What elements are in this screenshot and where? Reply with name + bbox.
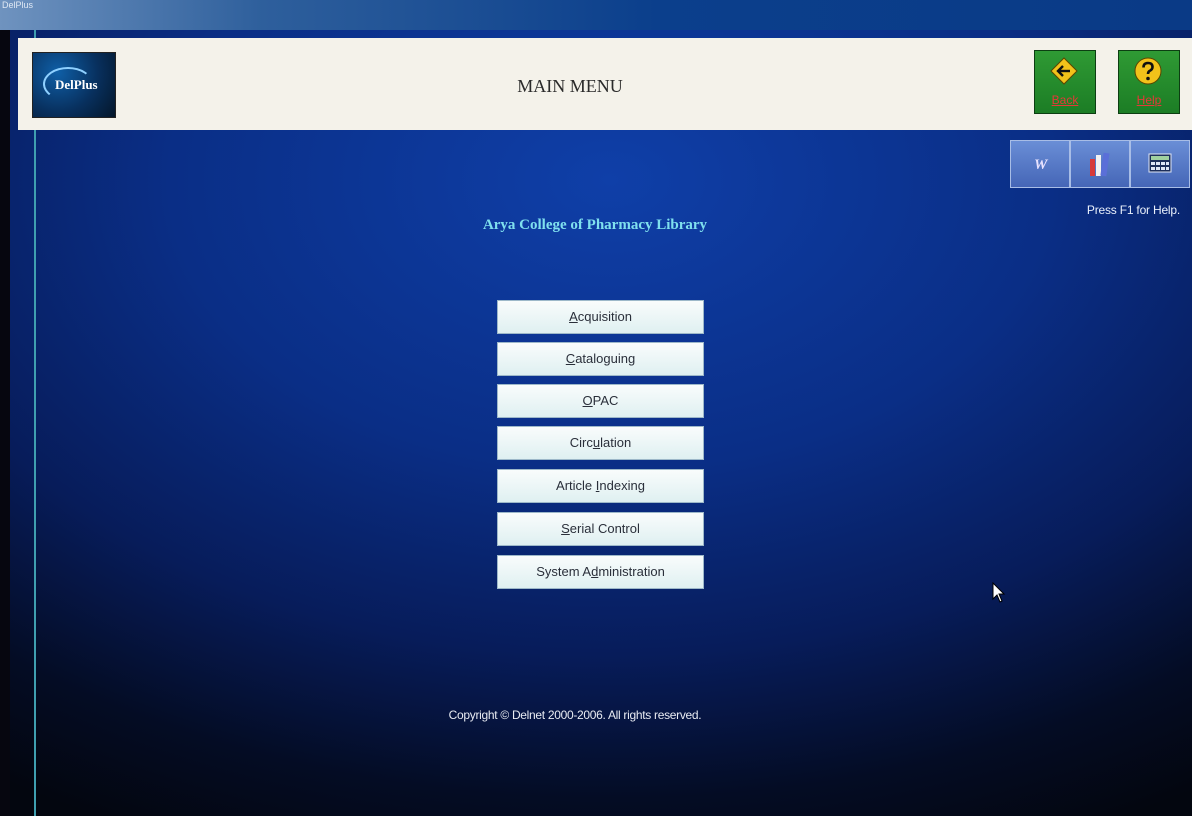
back-arrow-icon [1050, 57, 1078, 85]
logo-text: DelPlus [55, 77, 98, 92]
circulation-button[interactable]: Circulation [497, 426, 704, 460]
books-icon [1090, 152, 1110, 177]
word-toolbar-button[interactable]: W [1010, 140, 1070, 188]
menu-button-label: OPAC [582, 393, 619, 408]
opac-button[interactable]: OPAC [497, 384, 704, 418]
article-indexing-button[interactable]: Article Indexing [497, 469, 704, 503]
system-administration-button[interactable]: System Administration [497, 555, 704, 589]
calculator-icon [1148, 153, 1172, 173]
back-button[interactable]: Back [1034, 50, 1096, 114]
cataloguing-button[interactable]: Cataloguing [497, 342, 704, 376]
help-button[interactable]: Help [1118, 50, 1180, 114]
acquisition-button[interactable]: Acquisition [497, 300, 704, 334]
copyright-notice: Copyright © Delnet 2000-2006. All rights… [448, 708, 702, 722]
window-title: DelPlus [2, 0, 34, 10]
window-left-edge [34, 30, 36, 816]
help-button-label: Help [1136, 93, 1162, 107]
word-icon: W [1034, 157, 1049, 173]
menu-button-label: System Administration [536, 564, 665, 579]
calculator-toolbar-button[interactable] [1130, 140, 1190, 188]
help-question-icon [1134, 57, 1162, 85]
page-title: MAIN MENU [517, 76, 623, 96]
menu-button-label: Cataloguing [565, 351, 636, 366]
help-hint: Press F1 for Help. [1086, 203, 1180, 217]
svg-text:W: W [1034, 157, 1049, 173]
menu-button-label: Serial Control [561, 521, 640, 536]
books-toolbar-button[interactable] [1070, 140, 1130, 188]
back-button-label: Back [1051, 93, 1079, 107]
menu-button-label: Acquisition [569, 309, 632, 324]
serial-control-button[interactable]: Serial Control [497, 512, 704, 546]
window-titlebar: DelPlus [0, 0, 1192, 30]
menu-button-label: Article Indexing [556, 478, 645, 493]
menu-button-label: Circulation [569, 435, 632, 450]
institution-name: Arya College of Pharmacy Library [482, 217, 708, 233]
mouse-cursor-icon [992, 582, 1006, 603]
delplus-logo: DelPlus [32, 52, 116, 118]
